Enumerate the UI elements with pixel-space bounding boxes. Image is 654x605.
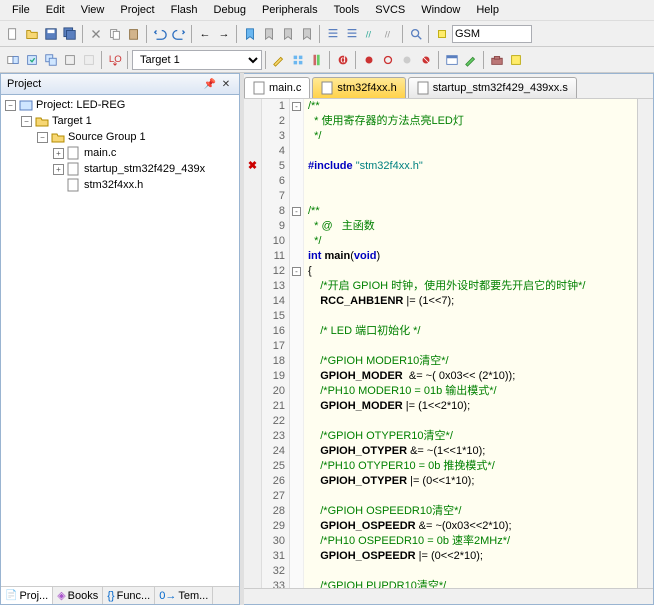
tab-templates[interactable]: 0→Tem... [155, 587, 213, 604]
toolbar-main: ← → // // [0, 21, 654, 47]
configure-icon[interactable] [462, 51, 480, 69]
tab-books[interactable]: ◈Books [53, 587, 103, 604]
tree-group[interactable]: − Source Group 1 [3, 129, 237, 145]
redo-icon[interactable] [170, 25, 188, 43]
window-icon[interactable] [443, 51, 461, 69]
editor-tab-header[interactable]: stm32f4xx.h [312, 77, 405, 98]
rebuild-icon[interactable] [42, 51, 60, 69]
tree-file[interactable]: + main.c [3, 145, 237, 161]
menu-window[interactable]: Window [413, 2, 468, 18]
uncomment-icon[interactable]: // [381, 25, 399, 43]
batch-build-icon[interactable] [61, 51, 79, 69]
menu-project[interactable]: Project [112, 2, 162, 18]
save-icon[interactable] [42, 25, 60, 43]
line-gutter: 1234567891011121314151617181920212223242… [262, 99, 290, 588]
menu-bar: FileEditViewProjectFlashDebugPeripherals… [0, 0, 654, 21]
breakpoint-disable-icon[interactable] [398, 51, 416, 69]
breakpoint-enable-icon[interactable] [379, 51, 397, 69]
copy-icon[interactable] [106, 25, 124, 43]
menu-peripherals[interactable]: Peripherals [254, 2, 326, 18]
code-area[interactable]: /** * 使用寄存器的方法点亮LED灯 */#include "stm32f4… [304, 99, 637, 588]
tree-file[interactable]: + startup_stm32f429_439x [3, 161, 237, 177]
menu-flash[interactable]: Flash [163, 2, 206, 18]
tree-target[interactable]: − Target 1 [3, 113, 237, 129]
editor-tabs: main.c stm32f4xx.h startup_stm32f429_439… [244, 74, 653, 99]
tab-functions[interactable]: {}Func... [103, 587, 155, 604]
project-panel: Project 📌 ✕ − Project: LED-REG − Target … [0, 73, 240, 605]
menu-edit[interactable]: Edit [38, 2, 73, 18]
fold-margin[interactable]: --- [290, 99, 304, 588]
scrollbar-horizontal[interactable] [244, 588, 653, 604]
close-icon[interactable]: ✕ [219, 77, 233, 91]
comment-icon[interactable]: // [362, 25, 380, 43]
scrollbar-vertical[interactable] [637, 99, 653, 588]
cut-icon[interactable] [87, 25, 105, 43]
svg-text://: // [385, 29, 391, 40]
project-panel-title: Project [7, 78, 41, 90]
pin-icon[interactable]: 📌 [203, 77, 217, 91]
bookmark-next-icon[interactable] [279, 25, 297, 43]
open-file-icon[interactable] [23, 25, 41, 43]
debug-icon[interactable]: d [334, 51, 352, 69]
paste-icon[interactable] [125, 25, 143, 43]
editor-tab-main[interactable]: main.c [244, 77, 310, 98]
manage-books-icon[interactable] [308, 51, 326, 69]
help-icon[interactable] [507, 51, 525, 69]
menu-tools[interactable]: Tools [326, 2, 368, 18]
outdent-icon[interactable] [343, 25, 361, 43]
translate-icon[interactable] [4, 51, 22, 69]
fwd-icon[interactable]: → [215, 25, 233, 43]
save-all-icon[interactable] [61, 25, 79, 43]
svg-text:d: d [340, 54, 345, 65]
undo-icon[interactable] [151, 25, 169, 43]
find-icon[interactable] [407, 25, 425, 43]
download-icon[interactable]: LOAD [106, 51, 124, 69]
menu-debug[interactable]: Debug [206, 2, 254, 18]
search-input[interactable] [452, 25, 532, 43]
tree-root[interactable]: − Project: LED-REG [3, 97, 237, 113]
editor-area: main.c stm32f4xx.h startup_stm32f429_439… [244, 73, 654, 605]
menu-file[interactable]: File [4, 2, 38, 18]
breakpoint-kill-icon[interactable] [417, 51, 435, 69]
menu-help[interactable]: Help [468, 2, 507, 18]
target-select[interactable]: Target 1 [132, 50, 262, 70]
toolbox-icon[interactable] [488, 51, 506, 69]
marker-margin[interactable]: ✖ [244, 99, 262, 588]
back-icon[interactable]: ← [196, 25, 214, 43]
toolbar-build: LOAD Target 1 d [0, 47, 654, 73]
editor-tab-startup[interactable]: startup_stm32f429_439xx.s [408, 77, 577, 98]
indent-icon[interactable] [324, 25, 342, 43]
manage-project-icon[interactable] [289, 51, 307, 69]
menu-svcs[interactable]: SVCS [367, 2, 413, 18]
menu-view[interactable]: View [73, 2, 113, 18]
marker-icon[interactable] [433, 25, 451, 43]
project-tree[interactable]: − Project: LED-REG − Target 1 − Source G… [1, 95, 239, 586]
tab-project[interactable]: 📄Proj... [1, 587, 53, 604]
stop-build-icon[interactable] [80, 51, 98, 69]
tree-file[interactable]: stm32f4xx.h [3, 177, 237, 193]
new-file-icon[interactable] [4, 25, 22, 43]
build-icon[interactable] [23, 51, 41, 69]
panel-bottom-tabs: 📄Proj... ◈Books {}Func... 0→Tem... [1, 586, 239, 604]
options-icon[interactable] [270, 51, 288, 69]
bookmark-icon[interactable] [241, 25, 259, 43]
svg-text://: // [366, 29, 372, 40]
bookmark-prev-icon[interactable] [260, 25, 278, 43]
bookmark-clear-icon[interactable] [298, 25, 316, 43]
breakpoint-insert-icon[interactable] [360, 51, 378, 69]
